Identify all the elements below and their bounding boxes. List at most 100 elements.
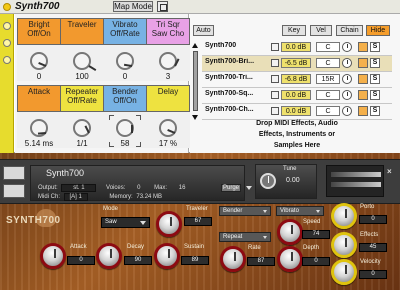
chain-send-knob[interactable] — [342, 58, 352, 68]
attack-knob[interactable] — [40, 243, 66, 269]
voices-label: Voices: — [106, 185, 126, 191]
macro-knob[interactable] — [116, 52, 134, 70]
rate-knob[interactable] — [220, 246, 246, 272]
chain-activator-icon[interactable] — [358, 58, 368, 68]
chain-volume[interactable]: -6.8 dB — [281, 74, 311, 84]
chain-pan[interactable]: 15R — [316, 74, 340, 84]
purge-button[interactable]: Purge — [221, 184, 241, 192]
macro-view-icon[interactable] — [3, 22, 11, 30]
scroll-up-arrow-icon[interactable] — [192, 43, 198, 48]
macro-control: Attack 5.14 ms — [17, 85, 61, 148]
depth-knob[interactable] — [277, 246, 303, 272]
chain-row[interactable]: Synth700-Sq... 0.0 dB C S — [202, 88, 392, 104]
wrench-icon[interactable] — [3, 166, 25, 180]
macro-knob[interactable] — [73, 52, 97, 72]
chain-volume[interactable]: 0.0 dB — [281, 90, 311, 100]
velocity-knob[interactable] — [331, 259, 357, 285]
macro-knob[interactable] — [159, 119, 177, 137]
speaker-icon[interactable] — [271, 59, 279, 67]
traveler-label: Traveler — [186, 206, 208, 212]
chain-volume[interactable]: 0.0 dB — [281, 42, 311, 52]
traveler-knob[interactable] — [156, 211, 182, 237]
macro-knob[interactable] — [159, 52, 180, 70]
mode-select[interactable]: Saw — [101, 217, 150, 228]
solo-icon[interactable]: S — [370, 106, 380, 116]
chain-row[interactable]: Synth700-Bri... -6.5 dB C S — [202, 56, 392, 72]
top-instrument-rack: Synth700 Map Mode Bright Off/On 0 Traveler… — [0, 0, 400, 153]
chain-activator-icon[interactable] — [358, 42, 368, 52]
chain-pan[interactable]: C — [316, 90, 340, 100]
macro-value: 0 — [122, 72, 128, 81]
midi-channel-select[interactable]: [A] 1 — [63, 193, 88, 201]
solo-icon[interactable]: S — [370, 58, 380, 68]
macro-knob-wrap — [68, 117, 96, 137]
chain-activator-icon[interactable] — [358, 106, 368, 116]
purge-dropdown-arrow-icon[interactable] — [246, 186, 252, 190]
tune-knob[interactable] — [260, 173, 276, 189]
velocity-button[interactable]: Vel — [310, 25, 332, 36]
power-icon[interactable] — [3, 3, 11, 11]
vibrato-selector[interactable]: Vibrato — [276, 206, 324, 216]
speed-knob[interactable] — [277, 219, 303, 245]
save-icon[interactable] — [157, 1, 168, 12]
chain-row[interactable]: Synth700 0.0 dB C S — [202, 40, 392, 56]
scroll-down-arrow-icon[interactable] — [192, 115, 198, 120]
chain-activator-icon[interactable] — [358, 74, 368, 84]
macro-knob[interactable] — [116, 119, 134, 137]
repeat-selector[interactable]: Repeat — [219, 232, 271, 242]
chain-volume[interactable]: 0.0 dB — [281, 106, 311, 116]
rate-label: Rate — [248, 245, 261, 251]
device-view-icon[interactable] — [3, 56, 11, 64]
speaker-icon[interactable] — [271, 75, 279, 83]
selection-corner-icon — [136, 115, 141, 120]
chain-send-knob[interactable] — [342, 74, 352, 84]
auto-button[interactable]: Auto — [193, 25, 214, 36]
chain-activator-icon[interactable] — [358, 90, 368, 100]
porto-knob[interactable] — [331, 203, 357, 229]
speaker-icon[interactable] — [271, 107, 279, 115]
routing-icon[interactable] — [3, 184, 25, 198]
chain-pan[interactable]: C — [316, 42, 340, 52]
map-mode-button[interactable]: Map Mode — [113, 1, 153, 12]
chain-list-scrollbar[interactable] — [193, 51, 198, 111]
chain-pan[interactable]: C — [316, 58, 340, 68]
drop-zone-text: Drop MIDI Effects, Audio Effects, Instru… — [202, 118, 392, 153]
chain-volume[interactable]: -6.5 dB — [281, 58, 311, 68]
macro-knob[interactable] — [73, 119, 91, 137]
key-button[interactable]: Key — [282, 25, 306, 36]
output-select[interactable]: st. 1 — [61, 184, 97, 192]
macro-knob-wrap — [68, 50, 97, 72]
knob-pointer-icon — [38, 62, 47, 67]
traveler-value: 67 — [184, 217, 212, 226]
depth-label: Depth — [303, 245, 320, 251]
selection-corner-icon — [109, 115, 114, 120]
chain-view-icon[interactable] — [3, 39, 11, 47]
effects-knob[interactable] — [331, 232, 357, 258]
speaker-icon[interactable] — [271, 91, 279, 99]
chain-send-knob[interactable] — [342, 90, 352, 100]
sustain-label: Sustain — [184, 244, 205, 250]
macro-control: Tri Sqr Saw Cho 3 — [146, 18, 190, 81]
attack-value: 0 — [67, 256, 95, 265]
meter-left-bar — [331, 172, 381, 177]
chain-row[interactable]: Synth700-Tri... -6.8 dB 15R S — [202, 72, 392, 88]
macro-value: 0 — [36, 72, 42, 81]
chain-send-knob[interactable] — [342, 42, 352, 52]
synth-logo: SYNTH700 — [6, 215, 61, 226]
close-icon[interactable]: × — [387, 167, 397, 177]
decay-knob[interactable] — [96, 243, 122, 269]
macro-knob[interactable] — [30, 52, 48, 70]
rack-title: Synth700 — [15, 1, 60, 12]
macro-knob[interactable] — [30, 119, 48, 137]
hide-button[interactable]: Hide — [366, 25, 390, 36]
chain-send-knob[interactable] — [342, 106, 352, 116]
solo-icon[interactable]: S — [370, 42, 380, 52]
solo-icon[interactable]: S — [370, 74, 380, 84]
solo-icon[interactable]: S — [370, 90, 380, 100]
macro-control: Bender Off/On 58 — [103, 85, 147, 148]
bender-selector[interactable]: Bender — [219, 206, 271, 216]
speaker-icon[interactable] — [271, 43, 279, 51]
sustain-knob[interactable] — [154, 243, 180, 269]
chain-button[interactable]: Chain — [336, 25, 363, 36]
chain-pan[interactable]: C — [316, 106, 340, 116]
